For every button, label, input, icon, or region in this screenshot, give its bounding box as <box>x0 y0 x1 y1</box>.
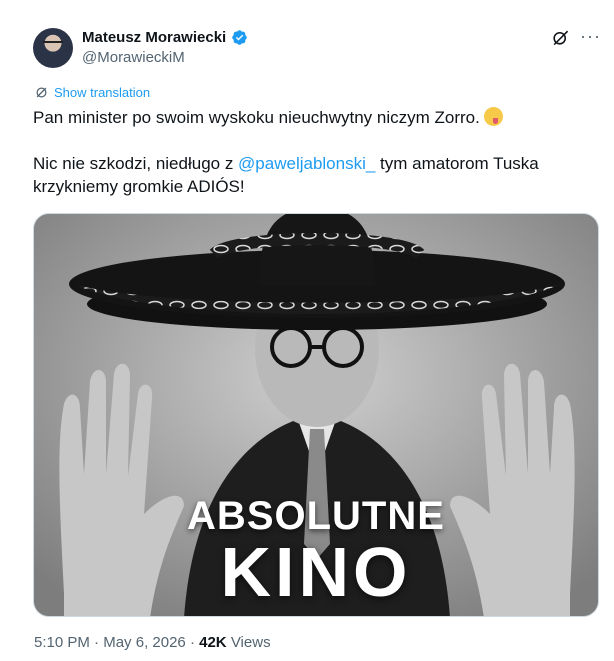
tweet-line-2: Nic nie szkodzi, niedługo z <box>33 154 239 173</box>
verified-badge-icon <box>232 30 247 45</box>
tweet-media[interactable]: ABSOLUTNE KINO <box>33 213 599 617</box>
tweet-date[interactable]: May 6, 2026 <box>103 634 186 651</box>
overlay-text-line-2: KINO <box>220 533 412 611</box>
mention-link[interactable]: @paweljablonski_ <box>238 154 375 173</box>
tweet-line-1: Pan minister po swoim wyskoku nieuchwytn… <box>33 108 480 127</box>
meta-separator: · <box>89 634 104 651</box>
handle[interactable]: @MorawieckiM <box>82 49 185 66</box>
emoji-icon <box>483 107 503 126</box>
show-translation-label: Show translation <box>54 85 151 100</box>
show-translation-link[interactable]: Show translation <box>34 85 150 100</box>
tweet-line-3: krzykniemy gromkie ADIÓS! <box>33 177 245 196</box>
tweet-text: Pan minister po swoim wyskoku nieuchwytn… <box>33 106 593 198</box>
grok-icon[interactable] <box>551 28 570 47</box>
more-icon[interactable]: ··· <box>580 26 601 47</box>
tweet-line-2-end: tym amatorom Tuska <box>375 154 539 173</box>
tweet-time[interactable]: 5:10 PM <box>34 634 90 651</box>
translate-icon <box>36 87 47 98</box>
tweet-meta: 5:10 PM · May 6, 2026 · 42K Views <box>34 634 271 651</box>
display-name[interactable]: Mateusz Morawiecki <box>82 29 226 46</box>
meta-separator: · <box>185 634 200 651</box>
avatar[interactable] <box>33 28 73 68</box>
views-count[interactable]: 42K <box>199 634 227 651</box>
tweet: Mateusz Morawiecki @MorawieckiM ··· Show… <box>0 0 614 661</box>
views-label: Views <box>226 634 271 651</box>
